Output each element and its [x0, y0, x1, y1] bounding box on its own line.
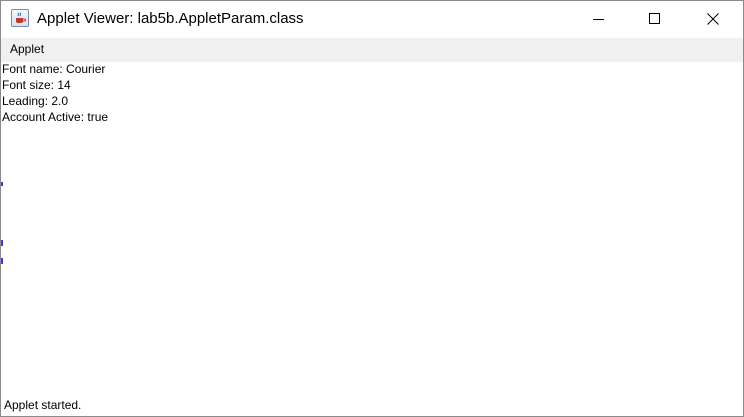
status-text: Applet started. [4, 398, 82, 412]
font-size-line: Font size: 14 [2, 78, 71, 92]
font-name-line: Font name: Courier [2, 62, 106, 76]
edge-artifact [1, 258, 3, 264]
edge-artifact [1, 182, 3, 186]
applet-content-area: Font name: Courier Font size: 14 Leading… [1, 62, 743, 396]
minimize-button[interactable] [576, 1, 622, 37]
maximize-button[interactable] [632, 1, 678, 37]
close-button[interactable] [690, 1, 736, 37]
status-bar: Applet started. [1, 394, 743, 416]
title-bar[interactable]: Applet Viewer: lab5b.AppletParam.class [1, 1, 743, 37]
close-icon [707, 13, 719, 25]
window-title: Applet Viewer: lab5b.AppletParam.class [37, 10, 304, 27]
edge-artifact [1, 240, 3, 246]
java-cup-icon[interactable] [11, 9, 29, 27]
account-active-line: Account Active: true [2, 110, 109, 124]
menu-bar: Applet [1, 38, 743, 62]
leading-line: Leading: 2.0 [2, 94, 69, 108]
menu-applet[interactable]: Applet [10, 42, 44, 56]
maximize-icon [649, 13, 660, 24]
applet-viewer-window: Applet Viewer: lab5b.AppletParam.class A… [0, 0, 744, 417]
minimize-icon [593, 19, 604, 20]
